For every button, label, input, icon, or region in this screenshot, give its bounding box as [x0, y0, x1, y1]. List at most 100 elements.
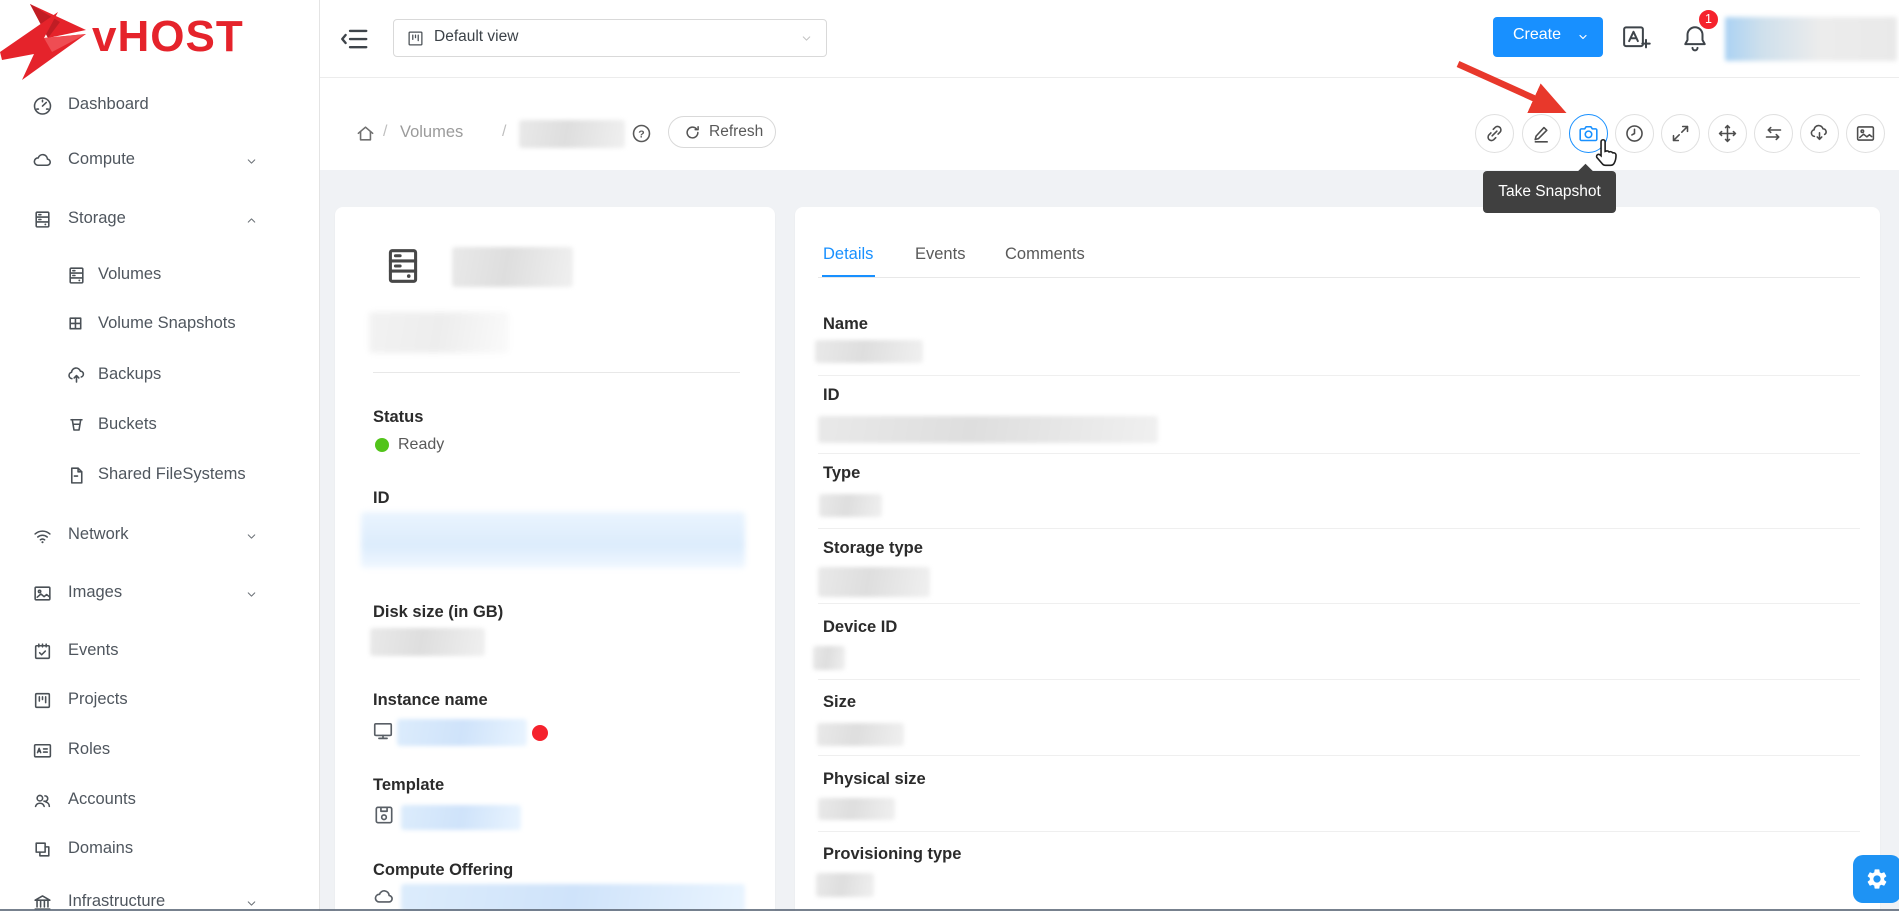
chevron-down-icon: [245, 155, 258, 168]
gear-icon: [1865, 867, 1889, 891]
hand-cursor-icon: [1592, 138, 1622, 170]
divider: [818, 755, 1860, 756]
breadcrumb-volumes[interactable]: Volumes: [400, 123, 463, 142]
volume-summary-card: Status Ready ID Disk size (in GB) Instan…: [335, 207, 775, 911]
id-value-redacted: [361, 512, 745, 568]
tab-bar-border: [818, 277, 1860, 278]
field-value-redacted: [815, 340, 923, 363]
sidebar-item-label: Events: [68, 641, 118, 660]
breadcrumb-separator: /: [502, 123, 506, 141]
sidebar-item-roles[interactable]: Roles: [0, 738, 319, 764]
picture-icon: [32, 583, 53, 604]
divider: [818, 528, 1860, 529]
tab-details[interactable]: Details: [823, 245, 873, 264]
create-button[interactable]: Create: [1493, 17, 1603, 57]
sidebar-item-infrastructure[interactable]: Infrastructure: [0, 890, 319, 911]
question-circle-icon[interactable]: ?: [631, 123, 652, 144]
volume-name-redacted: [452, 247, 573, 287]
settings-fab-button[interactable]: [1853, 855, 1899, 903]
status-value: Ready: [398, 436, 444, 454]
divider: [373, 372, 740, 373]
edit-icon: [1531, 123, 1552, 144]
field-label-physical-size: Physical size: [823, 770, 926, 789]
move-icon: [1717, 123, 1738, 144]
sidebar-item-projects[interactable]: Projects: [0, 688, 319, 714]
create-template-button[interactable]: [1846, 114, 1885, 153]
sidebar-item-label: Dashboard: [68, 95, 149, 114]
sidebar-item-label: Compute: [68, 150, 135, 169]
take-snapshot-tooltip: Take Snapshot: [1483, 171, 1616, 213]
id-card-icon: [32, 740, 53, 761]
calendar-check-icon: [32, 641, 53, 662]
sidebar-item-accounts[interactable]: Accounts: [0, 788, 319, 814]
chevron-down-icon: [245, 530, 258, 543]
project-icon: [32, 690, 53, 711]
create-button-label: Create: [1513, 26, 1561, 44]
field-value-redacted: [818, 567, 930, 597]
sidebar-item-volume-snapshots[interactable]: Volume Snapshots: [0, 312, 319, 338]
template-icon: [373, 804, 395, 826]
notification-badge[interactable]: 1: [1698, 9, 1719, 30]
language-add-icon[interactable]: [1620, 23, 1652, 53]
storage-icon: [32, 209, 53, 230]
volume-icon: [385, 241, 421, 291]
swap-icon: [1763, 123, 1784, 144]
resize-volume-button[interactable]: [1661, 114, 1700, 153]
sidebar-item-storage[interactable]: Storage: [0, 207, 319, 233]
project-icon: [407, 30, 424, 47]
brand-name: vHOST: [92, 12, 244, 62]
sidebar-item-label: Roles: [68, 740, 110, 759]
sidebar-item-label: Domains: [68, 839, 133, 858]
field-label-size: Size: [823, 693, 856, 712]
breadcrumb-separator: /: [383, 123, 387, 141]
template-label: Template: [373, 776, 444, 795]
cloud-download-icon: [1809, 123, 1830, 144]
link-icon: [1484, 123, 1505, 144]
sidebar: vHOST Dashboard Compute Storage Volumes …: [0, 0, 320, 911]
sidebar-item-domains[interactable]: Domains: [0, 837, 319, 863]
refresh-label: Refresh: [709, 123, 763, 141]
download-volume-button[interactable]: [1800, 114, 1839, 153]
divider: [818, 453, 1860, 454]
sidebar-item-volumes[interactable]: Volumes: [0, 263, 319, 289]
sidebar-item-buckets[interactable]: Buckets: [0, 413, 319, 439]
sidebar-item-dashboard[interactable]: Dashboard: [0, 93, 319, 119]
cloud-icon: [32, 150, 53, 171]
id-label: ID: [373, 489, 390, 508]
edit-button[interactable]: [1522, 114, 1561, 153]
sidebar-item-compute[interactable]: Compute: [0, 148, 319, 174]
view-select-value: Default view: [434, 28, 518, 46]
tab-comments[interactable]: Comments: [1005, 245, 1085, 264]
expand-arrows-icon: [1670, 123, 1691, 144]
field-value-redacted: [818, 798, 895, 820]
divider: [818, 679, 1860, 680]
sidebar-item-shared-filesystems[interactable]: Shared FileSystems: [0, 463, 319, 489]
app-window: vHOST Dashboard Compute Storage Volumes …: [0, 0, 1899, 911]
tab-events[interactable]: Events: [915, 245, 965, 264]
sidebar-item-network[interactable]: Network: [0, 523, 319, 549]
instance-name-redacted[interactable]: [397, 719, 527, 746]
user-menu[interactable]: [1725, 17, 1897, 61]
sidebar-item-events[interactable]: Events: [0, 639, 319, 665]
clock-icon: [1624, 123, 1645, 144]
field-value-redacted: [818, 416, 1158, 443]
refresh-button[interactable]: Refresh: [668, 116, 776, 148]
field-label-type: Type: [823, 464, 860, 483]
cloud-upload-icon: [66, 365, 87, 386]
swap-button[interactable]: [1754, 114, 1793, 153]
link-button[interactable]: [1475, 114, 1514, 153]
sidebar-item-label: Backups: [98, 365, 161, 384]
menu-fold-icon[interactable]: [340, 24, 370, 54]
template-redacted[interactable]: [401, 805, 521, 830]
home-icon[interactable]: [355, 123, 376, 144]
chevron-up-icon: [245, 214, 258, 227]
brand-logo[interactable]: vHOST: [0, 2, 320, 80]
sidebar-item-images[interactable]: Images: [0, 581, 319, 607]
field-value-redacted: [817, 723, 904, 746]
sidebar-item-backups[interactable]: Backups: [0, 363, 319, 389]
disk-size-label: Disk size (in GB): [373, 603, 503, 622]
view-select[interactable]: Default view: [393, 19, 827, 57]
volume-icon: [66, 265, 87, 286]
compute-offering-redacted[interactable]: [401, 884, 745, 911]
migrate-volume-button[interactable]: [1708, 114, 1747, 153]
